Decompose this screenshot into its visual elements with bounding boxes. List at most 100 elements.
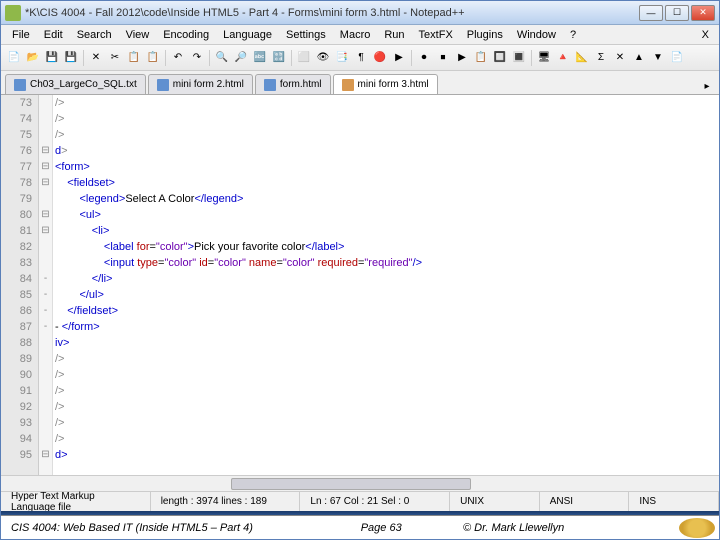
toolbar-button-26[interactable]: 🖥 [535,49,553,67]
toolbar-button-12[interactable]: 🔤 [251,49,269,67]
menu-search[interactable]: Search [70,27,119,43]
menu-file[interactable]: File [5,27,37,43]
code-line[interactable]: /> [55,111,719,127]
scrollbar-thumb[interactable] [231,478,471,490]
menu-help[interactable]: ? [563,27,583,43]
menubar: FileEditSearchViewEncodingLanguageSettin… [1,25,719,45]
status-eol: UNIX [450,492,540,511]
menubar-close-icon[interactable]: X [696,27,715,43]
menu-run[interactable]: Run [377,27,411,43]
toolbar-button-20[interactable]: ⏺ [415,49,433,67]
code-line[interactable]: </ul> [55,287,719,303]
toolbar-button-13[interactable]: 🔡 [270,49,288,67]
status-length: length : 3974 lines : 189 [151,492,301,511]
toolbar-button-6[interactable]: 📋 [125,49,143,67]
toolbar-button-2[interactable]: 💾 [43,49,61,67]
toolbar-button-19[interactable]: ▶ [390,49,408,67]
toolbar-button-28[interactable]: 📐 [573,49,591,67]
code-editor[interactable]: />/>/>d><form> <fieldset> <legend>Select… [53,95,719,475]
menu-edit[interactable]: Edit [37,27,70,43]
file-icon [342,79,354,91]
toolbar-button-7[interactable]: 📋 [144,49,162,67]
toolbar-button-3[interactable]: 💾 [62,49,80,67]
toolbar-button-1[interactable]: 📂 [24,49,42,67]
toolbar-button-21[interactable]: ⏹ [434,49,452,67]
tab-form-html[interactable]: form.html [255,74,331,94]
code-line[interactable]: /> [55,367,719,383]
code-line[interactable]: <form> [55,159,719,175]
toolbar-button-0[interactable]: 📄 [5,49,23,67]
titlebar: *K\CIS 4004 - Fall 2012\code\Inside HTML… [1,1,719,25]
toolbar-button-11[interactable]: 🔎 [232,49,250,67]
menu-window[interactable]: Window [510,27,563,43]
line-number-gutter: 7374757677787980818283848586878889909192… [1,95,39,475]
toolbar-button-16[interactable]: 📑 [333,49,351,67]
status-insert-mode: INS [629,492,719,511]
toolbar-button-5[interactable]: ✂ [106,49,124,67]
code-line[interactable]: iv> [55,335,719,351]
fold-column[interactable]: ⊟⊟⊟ ⊟⊟ ---- ⊟ [39,95,53,475]
menu-view[interactable]: View [119,27,157,43]
file-icon [157,79,169,91]
file-icon [14,79,26,91]
tab-mini-form-3-html[interactable]: mini form 3.html [333,74,438,94]
toolbar-button-15[interactable]: 👁 [314,49,332,67]
code-line[interactable]: <label for="color">Pick your favorite co… [55,239,719,255]
tab-label: mini form 2.html [173,79,244,90]
toolbar-button-33[interactable]: 📄 [668,49,686,67]
toolbar-button-32[interactable]: ▼ [649,49,667,67]
toolbar-button-9[interactable]: ↷ [188,49,206,67]
app-icon [5,5,21,21]
tab-label: Ch03_LargeCo_SQL.txt [30,79,137,90]
status-encoding: ANSI [540,492,630,511]
code-line[interactable]: /> [55,127,719,143]
editor-area: 7374757677787980818283848586878889909192… [1,95,719,475]
tab-mini-form-2-html[interactable]: mini form 2.html [148,74,253,94]
horizontal-scrollbar[interactable] [1,475,719,491]
toolbar-button-29[interactable]: Σ [592,49,610,67]
toolbar-button-18[interactable]: 🔴 [371,49,389,67]
statusbar: Hyper Text Markup Language file length :… [1,491,719,511]
close-button[interactable]: ✕ [691,5,715,21]
code-line[interactable]: </fieldset> [55,303,719,319]
code-line[interactable]: /> [55,415,719,431]
code-line[interactable]: </li> [55,271,719,287]
tab-overflow-icon[interactable]: ▸ [699,78,715,94]
menu-macro[interactable]: Macro [333,27,378,43]
tab-ch03-largeco-sql-txt[interactable]: Ch03_LargeCo_SQL.txt [5,74,146,94]
code-line[interactable]: /> [55,95,719,111]
toolbar-button-10[interactable]: 🔍 [213,49,231,67]
code-line[interactable]: <li> [55,223,719,239]
menu-textfx[interactable]: TextFX [412,27,460,43]
minimize-button[interactable]: — [639,5,663,21]
code-line[interactable]: /> [55,351,719,367]
code-line[interactable]: <ul> [55,207,719,223]
code-line[interactable]: <legend>Select A Color</legend> [55,191,719,207]
menu-language[interactable]: Language [216,27,279,43]
toolbar-button-14[interactable]: ⬜ [295,49,313,67]
maximize-button[interactable]: ☐ [665,5,689,21]
code-line[interactable]: <input type="color" id="color" name="col… [55,255,719,271]
menu-plugins[interactable]: Plugins [460,27,510,43]
code-line[interactable]: d> [55,143,719,159]
toolbar-button-22[interactable]: ▶ [453,49,471,67]
toolbar-button-24[interactable]: 🔲 [491,49,509,67]
menu-encoding[interactable]: Encoding [156,27,216,43]
code-line[interactable]: <fieldset> [55,175,719,191]
footer-course: CIS 4004: Web Based IT (Inside HTML5 – P… [1,522,309,534]
code-line[interactable]: /> [55,431,719,447]
code-line[interactable]: /> [55,383,719,399]
code-line[interactable]: - </form> [55,319,719,335]
toolbar-button-8[interactable]: ↶ [169,49,187,67]
code-line[interactable]: /> [55,399,719,415]
toolbar-button-23[interactable]: 📋 [472,49,490,67]
toolbar-button-30[interactable]: ✕ [611,49,629,67]
toolbar-button-4[interactable]: ✕ [87,49,105,67]
toolbar: 📄📂💾💾✕✂📋📋↶↷🔍🔎🔤🔡⬜👁📑¶🔴▶⏺⏹▶📋🔲🔳🖥🔺📐Σ✕▲▼📄 [1,45,719,71]
toolbar-button-31[interactable]: ▲ [630,49,648,67]
toolbar-button-17[interactable]: ¶ [352,49,370,67]
code-line[interactable]: d> [55,447,719,463]
toolbar-button-27[interactable]: 🔺 [554,49,572,67]
toolbar-button-25[interactable]: 🔳 [510,49,528,67]
menu-settings[interactable]: Settings [279,27,333,43]
